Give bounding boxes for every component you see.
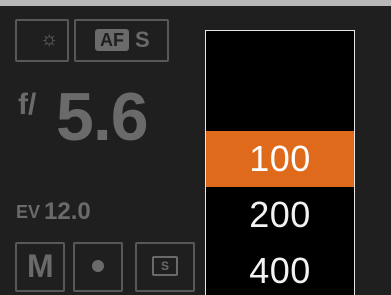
ev-label: EV [16, 202, 41, 222]
af-badge: AF [95, 29, 129, 51]
top-strip [0, 0, 391, 6]
camera-settings-screen: ☼ AF S f/ 5.6 EV 12.0 M S 100 200 400 [0, 0, 391, 295]
iso-option-400[interactable]: 400 [206, 243, 354, 295]
fstop-prefix: f/ [18, 88, 37, 121]
iso-option-100[interactable]: 100 [206, 131, 354, 187]
drive-mode-badge: S [152, 256, 178, 276]
iso-option-200[interactable]: 200 [206, 187, 354, 243]
sun-icon: ☼ [40, 28, 59, 50]
shooting-mode-label: M [27, 248, 54, 284]
fstop-value[interactable]: 5.6 [56, 78, 149, 156]
af-mode-label: S [135, 27, 150, 52]
dot-icon [92, 260, 104, 272]
iso-dropdown[interactable]: 100 200 400 [205, 30, 355, 295]
ev-value: 12.0 [44, 198, 91, 225]
